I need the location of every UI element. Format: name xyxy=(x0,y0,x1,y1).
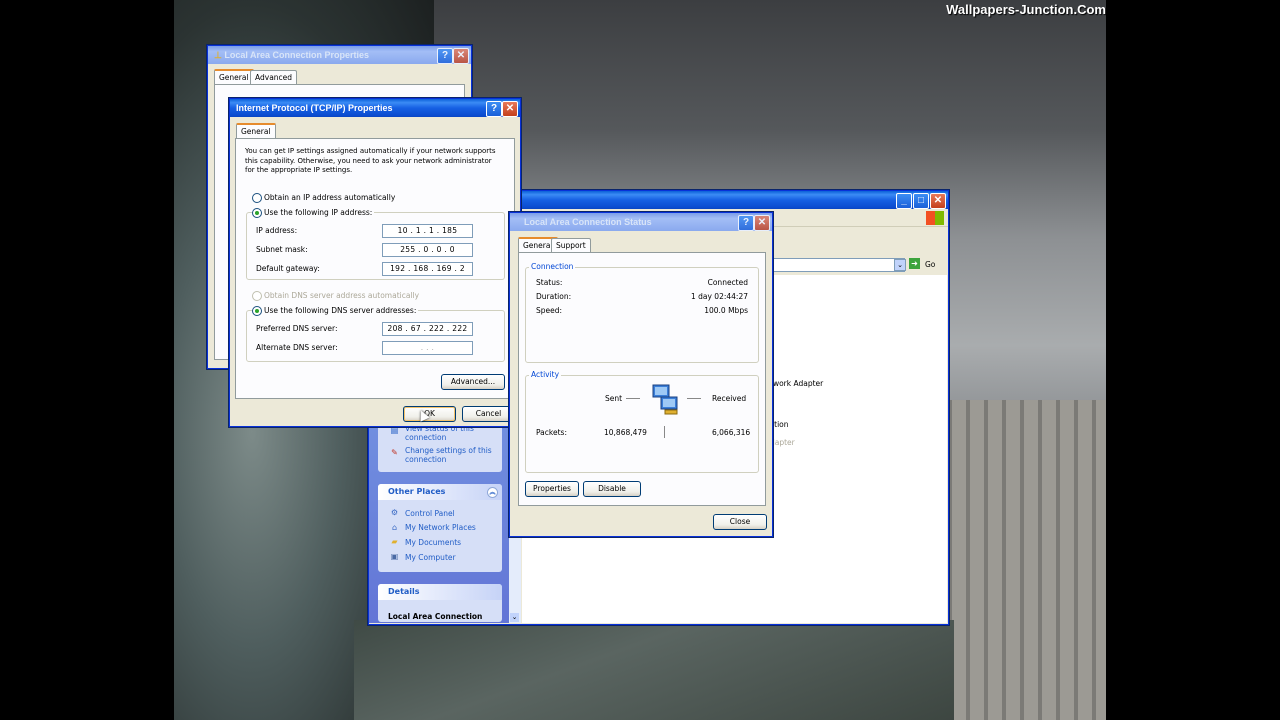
settings-icon: ✎ xyxy=(391,448,398,457)
status-help-button[interactable]: ? xyxy=(738,215,754,231)
explorer-close-button[interactable]: ✕ xyxy=(930,193,946,209)
preferred-dns-label: Preferred DNS server: xyxy=(256,324,338,333)
link-my-computer[interactable]: My Computer xyxy=(405,553,456,562)
address-input[interactable] xyxy=(769,258,905,272)
status-general-panel: Connection Status: Connected Duration: 1… xyxy=(518,252,766,506)
link-my-documents[interactable]: My Documents xyxy=(405,538,461,547)
control-panel-icon: ⚙ xyxy=(390,508,399,517)
duration-label: Duration: xyxy=(536,292,572,301)
adapter-fragment-2: dapter xyxy=(770,438,795,447)
go-arrow-icon[interactable]: ➜ xyxy=(909,258,920,269)
lac-properties-titlebar: ⊥ Local Area Connection Properties ? ✕ xyxy=(208,46,471,64)
alternate-dns-field[interactable]: . . . xyxy=(382,341,473,355)
speed-label: Speed: xyxy=(536,306,563,315)
tcpip-general-panel: You can get IP settings assigned automat… xyxy=(235,138,515,399)
address-dropdown-button[interactable]: ⌄ xyxy=(894,259,906,271)
windows-logo-icon xyxy=(926,211,944,225)
tab-general[interactable]: General xyxy=(214,69,254,85)
other-places-header[interactable]: Other Places ︽ xyxy=(378,484,502,500)
details-header[interactable]: Details xyxy=(378,584,502,600)
radio-auto-ip-label[interactable]: Obtain an IP address automatically xyxy=(264,193,395,202)
tcpip-titlebar: Internet Protocol (TCP/IP) Properties ? … xyxy=(230,99,520,117)
tcpip-properties-window: Internet Protocol (TCP/IP) Properties ? … xyxy=(229,98,521,427)
status-tab-support[interactable]: Support xyxy=(551,238,591,252)
watermark: Wallpapers-Junction.Com xyxy=(946,2,1106,17)
street-image xyxy=(354,620,954,720)
radio-manual-dns-label[interactable]: Use the following DNS server addresses: xyxy=(262,306,419,315)
ip-address-field[interactable]: 10 . 1 . 1 . 185 xyxy=(382,224,473,238)
sent-label: Sent xyxy=(605,394,623,403)
sent-line xyxy=(626,398,640,399)
radio-manual-dns[interactable] xyxy=(252,306,262,316)
radio-manual-ip-label[interactable]: Use the following IP address: xyxy=(262,208,375,217)
received-label: Received xyxy=(712,394,747,403)
radio-auto-dns xyxy=(252,291,262,301)
packets-received-value: 6,066,316 xyxy=(712,428,751,437)
status-value: Connected xyxy=(707,278,748,287)
other-places-section: Other Places ︽ ⚙ Control Panel ⌂ My Netw… xyxy=(378,484,502,572)
details-item: Local Area Connection xyxy=(388,612,483,621)
link-control-panel[interactable]: Control Panel xyxy=(405,509,455,518)
default-gateway-label: Default gateway: xyxy=(256,264,320,273)
tcpip-tab-general[interactable]: General xyxy=(236,123,276,139)
tab-advanced[interactable]: Advanced xyxy=(250,70,298,84)
ok-button[interactable]: OK xyxy=(403,406,456,422)
packets-sent-value: 10,868,479 xyxy=(604,428,647,437)
lac-properties-title: Local Area Connection Properties xyxy=(224,50,370,60)
collapse-icon[interactable]: ︽ xyxy=(487,487,498,498)
go-label[interactable]: Go xyxy=(925,260,935,269)
maximize-button[interactable]: □ xyxy=(913,193,929,209)
properties-button[interactable]: Properties xyxy=(525,481,579,497)
received-line xyxy=(687,398,701,399)
tcpip-close-button[interactable]: ✕ xyxy=(502,101,518,117)
task-change-settings[interactable]: Change settings of this connection xyxy=(405,446,497,464)
tcpip-title: Internet Protocol (TCP/IP) Properties xyxy=(236,103,393,113)
computer-icon: ▣ xyxy=(390,552,399,561)
details-section: Details Local Area Connection xyxy=(378,584,502,622)
preferred-dns-field[interactable]: 208 . 67 . 222 . 222 xyxy=(382,322,473,336)
network-icon: ⊥ xyxy=(214,50,222,60)
radio-auto-ip[interactable] xyxy=(252,193,262,203)
lac-close-button[interactable]: ✕ xyxy=(453,48,469,64)
default-gateway-field[interactable]: 192 . 168 . 169 . 2 xyxy=(382,262,473,276)
minimize-button[interactable]: _ xyxy=(896,193,912,209)
activity-legend: Activity xyxy=(529,370,562,379)
city-image xyxy=(934,400,1106,720)
status-close-x-button[interactable]: ✕ xyxy=(754,215,770,231)
packets-divider xyxy=(664,426,665,438)
folder-icon: ▰ xyxy=(391,537,398,546)
radio-manual-ip[interactable] xyxy=(252,208,262,218)
ip-address-label: IP address: xyxy=(256,226,298,235)
duration-value: 1 day 02:44:27 xyxy=(690,292,748,301)
speed-value: 100.0 Mbps xyxy=(704,306,748,315)
status-icon: ▤ xyxy=(390,426,399,435)
subnet-mask-field[interactable]: 255 . 0 . 0 . 0 xyxy=(382,243,473,257)
packets-label: Packets: xyxy=(536,428,567,437)
activity-group xyxy=(525,375,759,473)
adapter-fragment: twork Adapter xyxy=(770,379,824,388)
cancel-button[interactable]: Cancel xyxy=(462,406,515,422)
close-button[interactable]: Close xyxy=(713,514,767,530)
radio-auto-dns-label: Obtain DNS server address automatically xyxy=(264,291,420,300)
status-label: Status: xyxy=(536,278,563,287)
scroll-down-icon[interactable]: ⌄ xyxy=(510,613,519,622)
lac-status-titlebar: Local Area Connection Status ? ✕ xyxy=(510,213,772,231)
connection-legend: Connection xyxy=(529,262,576,271)
help-button[interactable]: ? xyxy=(437,48,453,64)
other-places-title: Other Places xyxy=(388,487,446,496)
alternate-dns-label: Alternate DNS server: xyxy=(256,343,338,352)
disable-button[interactable]: Disable xyxy=(583,481,641,497)
details-title: Details xyxy=(388,587,420,596)
link-my-network-places[interactable]: My Network Places xyxy=(405,523,476,532)
lac-status-window: Local Area Connection Status ? ✕ General… xyxy=(509,212,773,537)
lac-status-title: Local Area Connection Status xyxy=(524,217,652,227)
tcpip-intro-text: You can get IP settings assigned automat… xyxy=(245,147,496,174)
tcpip-help-button[interactable]: ? xyxy=(486,101,502,117)
network-activity-icon xyxy=(647,383,687,417)
advanced-button[interactable]: Advanced... xyxy=(441,374,505,390)
network-places-icon: ⌂ xyxy=(391,523,398,532)
subnet-mask-label: Subnet mask: xyxy=(256,245,308,254)
